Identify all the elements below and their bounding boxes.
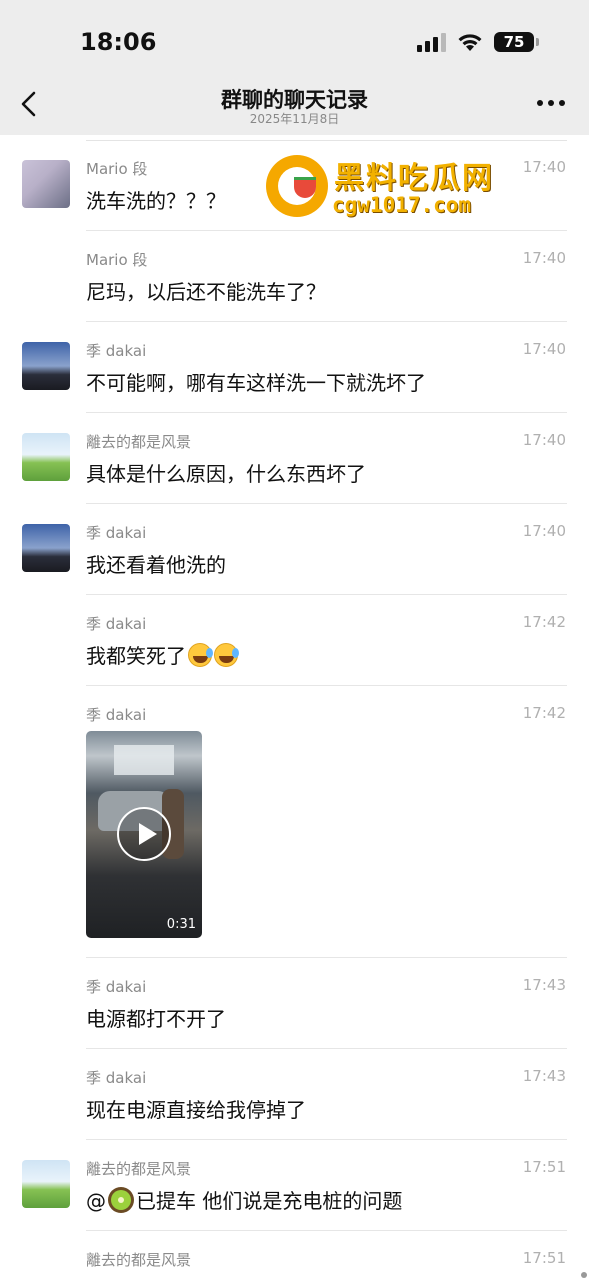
signal-icon <box>417 32 446 52</box>
message-time: 17:40 <box>522 340 566 358</box>
avatar[interactable] <box>22 342 70 390</box>
message-text: 不可能啊，哪有车这样洗一下就洗坏了 <box>86 371 426 395</box>
message-time: 17:40 <box>522 158 566 176</box>
divider <box>86 685 567 686</box>
sender-name: 離去的都是风景 <box>86 1251 192 1269</box>
sender-name: 季 dakai <box>86 978 147 996</box>
avatar[interactable] <box>22 160 70 208</box>
scroll-indicator <box>581 1272 587 1278</box>
page-date: 2025年11月8日 <box>249 112 340 126</box>
watermark-url: cgw1017.com <box>332 193 472 217</box>
message-text: @ 已提车 他们说是充电桩的问题 <box>86 1185 402 1214</box>
message-time: 17:51 <box>522 1249 566 1267</box>
message-time: 17:43 <box>522 1067 566 1085</box>
top-bar: 18:06 75 群聊的聊天记录 2025年11月8日 <box>0 0 589 135</box>
message-text: 我还看着他洗的 <box>86 553 226 577</box>
sender-name: 季 dakai <box>86 615 147 633</box>
sender-name: Mario 段 <box>86 160 148 178</box>
mention-at: @ <box>86 1189 106 1213</box>
message-text: 洗车洗的？？？ <box>86 189 226 213</box>
more-dots-icon[interactable] <box>537 100 565 106</box>
message-time: 17:51 <box>522 1158 566 1176</box>
sender-name: 離去的都是风景 <box>86 1160 192 1178</box>
message-time: 17:42 <box>522 613 566 631</box>
message-text: 电源都打不开了 <box>86 1007 226 1031</box>
message-text: 我都笑死了 <box>86 640 239 669</box>
sender-name: 季 dakai <box>86 1069 147 1087</box>
watermark-title: 黑料吃瓜网 <box>334 161 494 196</box>
sender-name: 季 dakai <box>86 524 147 542</box>
kiwi-emoji-icon <box>108 1187 134 1213</box>
status-time: 18:06 <box>80 28 157 56</box>
video-duration: 0:31 <box>166 917 196 932</box>
divider <box>86 321 567 322</box>
battery-icon: 75 <box>494 32 539 52</box>
watermark-logo-icon <box>266 155 328 217</box>
divider <box>86 140 567 141</box>
message-time: 17:40 <box>522 249 566 267</box>
sender-name: 季 dakai <box>86 706 147 724</box>
message-text-body: 已提车 他们说是充电桩的问题 <box>136 1189 403 1213</box>
play-icon[interactable] <box>117 807 171 861</box>
divider <box>86 594 567 595</box>
laughing-crying-emoji-icon <box>188 643 213 667</box>
divider <box>86 1139 567 1140</box>
divider <box>86 503 567 504</box>
message-time: 17:40 <box>522 431 566 449</box>
message-text-body: 我都笑死了 <box>86 644 186 668</box>
avatar[interactable] <box>22 524 70 572</box>
divider <box>86 957 567 958</box>
message-time: 17:43 <box>522 976 566 994</box>
watermark: 黑料吃瓜网 cgw1017.com <box>266 153 511 223</box>
message-time: 17:42 <box>522 704 566 722</box>
laughing-crying-emoji-icon <box>214 643 239 667</box>
sender-name: 季 dakai <box>86 342 147 360</box>
divider <box>86 230 567 231</box>
divider <box>86 1048 567 1049</box>
sender-name: Mario 段 <box>86 251 148 269</box>
status-icons: 75 <box>417 31 539 53</box>
avatar[interactable] <box>22 1160 70 1208</box>
wifi-icon <box>458 34 482 51</box>
divider <box>86 412 567 413</box>
divider <box>86 1230 567 1231</box>
message-text: 具体是什么原因，什么东西坏了 <box>86 462 366 486</box>
avatar[interactable] <box>22 433 70 481</box>
message-time: 17:40 <box>522 522 566 540</box>
sender-name: 離去的都是风景 <box>86 433 192 451</box>
message-text: 现在电源直接给我停掉了 <box>86 1098 306 1122</box>
message-text: 尼玛，以后还不能洗车了？ <box>86 280 326 304</box>
video-message[interactable]: 0:31 <box>86 731 202 938</box>
